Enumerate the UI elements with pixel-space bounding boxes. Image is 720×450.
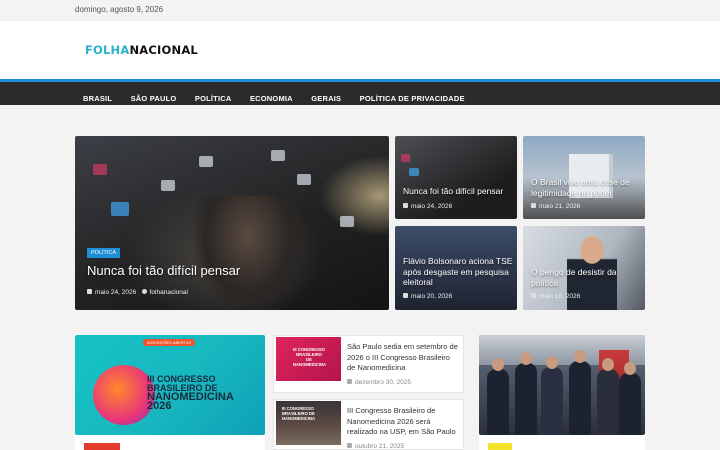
social-card-icon	[199, 156, 213, 167]
logo-part-1: FOLHA	[85, 43, 130, 57]
nav-item-politica[interactable]: POLÍTICA	[195, 94, 232, 103]
featured-photo-figure	[193, 196, 303, 310]
grid-date-1[interactable]: maio 24, 2026	[411, 203, 452, 210]
person-figure	[515, 352, 537, 435]
grid-date-4[interactable]: maio 18, 2026	[539, 293, 580, 300]
grid-article-1[interactable]: Nunca foi tão difícil pensar maio 24, 20…	[395, 136, 517, 219]
list-item[interactable]: III CONGRESSO BRASILEIRO DE NANOMEDICINA…	[273, 399, 464, 450]
grid-article-4[interactable]: O perigo de desistir da política maio 18…	[523, 226, 645, 310]
list-title[interactable]: III Congresso Brasileiro de Nanomedicina…	[347, 406, 459, 438]
list-meta: outubro 21, 2025	[347, 443, 404, 450]
nav-item-economia[interactable]: ECONOMIA	[250, 94, 293, 103]
calendar-icon	[87, 289, 92, 294]
nav-item-privacidade[interactable]: POLÍTICA DE PRIVACIDADE	[360, 94, 465, 103]
grid-article-2[interactable]: O Brasil vive uma crise de legitimidade …	[523, 136, 645, 219]
social-card-icon	[161, 180, 175, 191]
site-header: FOLHANACIONAL	[0, 21, 720, 79]
list-date[interactable]: dezembro 30, 2025	[355, 379, 411, 386]
banner-line-4: 2026	[147, 400, 172, 412]
twitter-icon	[409, 168, 419, 176]
social-card-icon	[271, 150, 285, 161]
list-item[interactable]: III CONGRESSO BRASILEIRO DE NANOMEDICINA…	[273, 335, 464, 393]
calendar-icon	[403, 203, 408, 208]
top-bar: domingo, agosto 9, 2026	[0, 0, 720, 21]
calendar-icon	[403, 293, 408, 298]
main-nav: BRASIL SÃO PAULO POLÍTICA ECONOMIA GERAI…	[0, 79, 720, 105]
grid-title-2[interactable]: O Brasil vive uma crise de legitimidade …	[531, 177, 641, 198]
person-figure	[619, 362, 641, 435]
list-meta: dezembro 30, 2025	[347, 379, 411, 386]
category-badge-yellow[interactable]	[488, 443, 512, 450]
user-icon	[141, 289, 147, 294]
social-card-icon	[340, 216, 354, 227]
logo-part-2: NACIONAL	[129, 43, 198, 57]
twitter-icon	[111, 202, 129, 216]
grid-title-3[interactable]: Flávio Bolsonaro aciona TSE após desgast…	[403, 256, 515, 288]
banner-text: III CONGRESSO BRASILEIRO DE NANOMEDICINA…	[147, 375, 234, 412]
current-date: domingo, agosto 9, 2026	[75, 5, 164, 14]
grid-meta-4: maio 18, 2026	[531, 293, 580, 300]
featured-meta: maio 24, 2026 folhanacional	[87, 289, 188, 296]
nav-item-gerais[interactable]: GERAIS	[311, 94, 341, 103]
list-title[interactable]: São Paulo sedia em setembro de 2026 o II…	[347, 342, 459, 374]
calendar-icon	[531, 203, 536, 208]
instagram-icon	[93, 164, 107, 175]
nav-item-sao-paulo[interactable]: SÃO PAULO	[131, 94, 177, 103]
grid-title-4[interactable]: O perigo de desistir da política	[531, 267, 631, 288]
nav-item-brasil[interactable]: BRASIL	[83, 94, 112, 103]
category-badge[interactable]: POLÍTICA	[87, 248, 121, 258]
grid-meta-3: maio 20, 2026	[403, 293, 452, 300]
thumb-text: III CONGRESSO BRASILEIRO DE NANOMEDICINA	[293, 347, 327, 367]
grid-date-2[interactable]: maio 21, 2026	[539, 203, 580, 210]
person-figure	[541, 356, 563, 435]
thumb-text: III CONGRESSO BRASILEIRO DE NANOMEDICINA	[282, 406, 316, 421]
list-thumb: III CONGRESSO BRASILEIRO DE NANOMEDICINA	[276, 401, 341, 445]
person-figure	[569, 350, 591, 435]
featured-date[interactable]: maio 24, 2026	[95, 289, 136, 296]
press-photo-article[interactable]	[479, 335, 645, 435]
featured-title[interactable]: Nunca foi tão difícil pensar	[87, 264, 240, 276]
calendar-icon	[531, 293, 536, 298]
banner-ribbon: INSCRIÇÕES ABERTAS	[143, 339, 196, 346]
person-figure	[487, 358, 509, 435]
social-card-icon	[297, 174, 311, 185]
grid-date-3[interactable]: maio 20, 2026	[411, 293, 452, 300]
featured-author[interactable]: folhanacional	[150, 289, 188, 296]
grid-meta-1: maio 24, 2026	[403, 203, 452, 210]
category-badge-red[interactable]	[84, 443, 120, 450]
congress-banner[interactable]: INSCRIÇÕES ABERTAS III CONGRESSO BRASILE…	[75, 335, 265, 435]
grid-meta-2: maio 21, 2026	[531, 203, 580, 210]
featured-article[interactable]: POLÍTICA Nunca foi tão difícil pensar ma…	[75, 136, 389, 310]
site-logo[interactable]: FOLHANACIONAL	[85, 43, 198, 57]
instagram-icon	[401, 154, 410, 162]
calendar-icon	[347, 443, 352, 448]
list-thumb: III CONGRESSO BRASILEIRO DE NANOMEDICINA	[276, 337, 341, 381]
list-date[interactable]: outubro 21, 2025	[355, 443, 404, 450]
grid-article-3[interactable]: Flávio Bolsonaro aciona TSE após desgast…	[395, 226, 517, 310]
person-figure	[597, 358, 619, 435]
calendar-icon	[347, 379, 352, 384]
banner-graphic	[93, 365, 155, 425]
grid-title-1[interactable]: Nunca foi tão difícil pensar	[403, 186, 513, 197]
